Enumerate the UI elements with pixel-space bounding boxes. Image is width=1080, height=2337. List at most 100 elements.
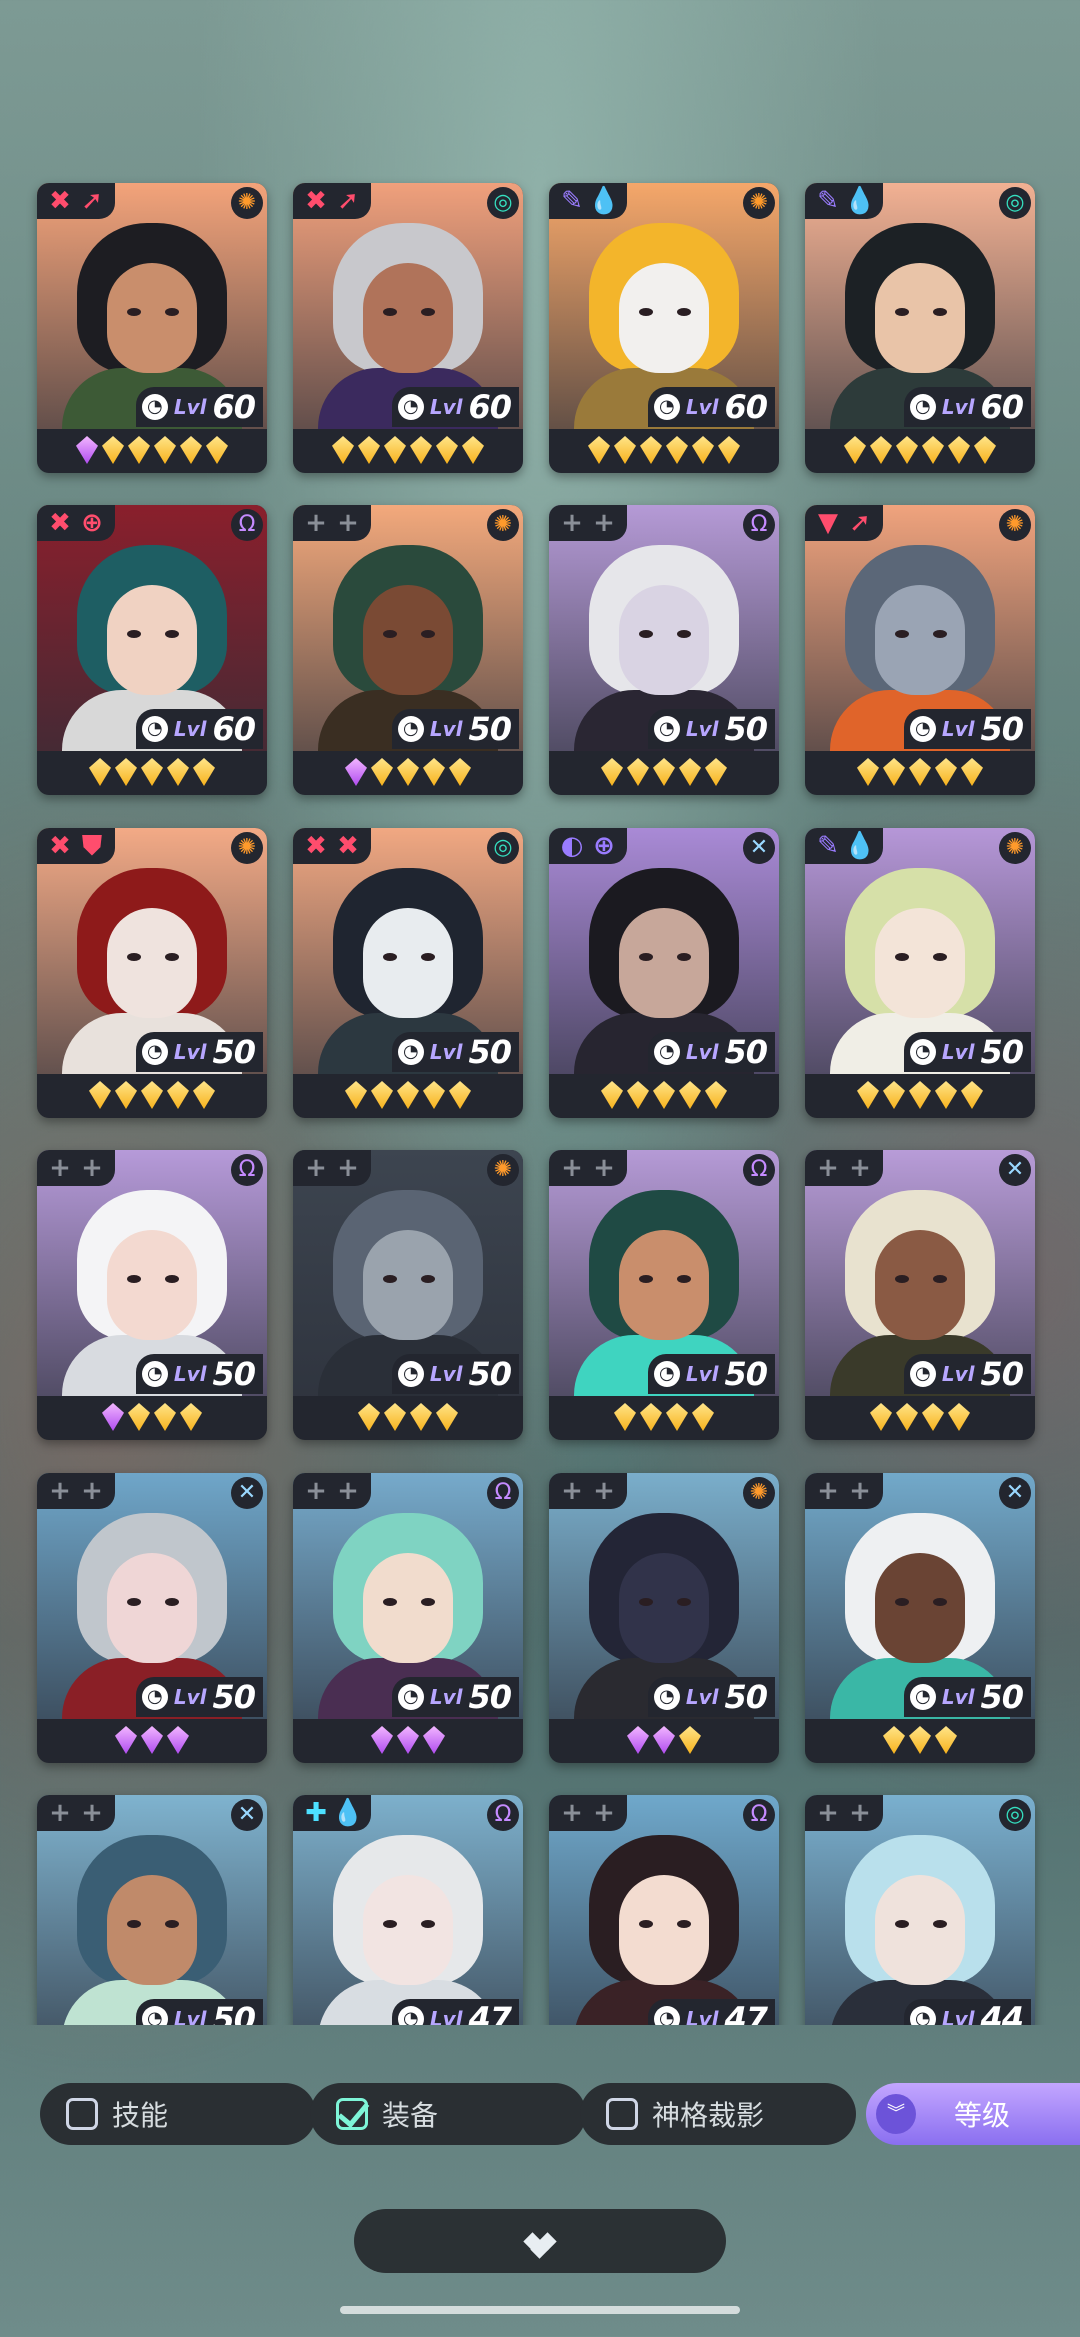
level-value: 50 [724,1355,768,1393]
star-rating [549,1723,779,1757]
role-icon: ✚ [305,1798,327,1828]
gold-gem-icon [601,1081,623,1109]
level-value: 50 [212,1678,256,1716]
level-label: Lvl [173,1362,207,1386]
hero-role-tags: ✎ 💧 [549,183,627,219]
gold-gem-icon [961,1081,983,1109]
hero-card[interactable]: + + Ω ◔ Lvl 47 [549,1795,779,2025]
aperture-icon: ◔ [909,394,936,420]
faction-icon: ✺ [999,509,1031,541]
gold-gem-icon [883,1081,905,1109]
role-icon: ✖ [337,831,359,861]
filter-equip[interactable]: 装备 [310,2083,586,2145]
home-indicator[interactable] [340,2306,740,2314]
role-icon: + [561,1153,583,1183]
role-icon: ✖ [305,186,327,216]
gold-gem-icon [102,436,124,464]
hero-card[interactable]: ✎ 💧 ✺ ◔ Lvl 50 [805,828,1035,1118]
hero-role-tags: ✚ 💧 [293,1795,371,1831]
hero-grid: ✖ ➚ ✺ ◔ Lvl 60 ✖ ➚ ◎ ◔ Lvl 60 ✎ 💧 ✺ ◔ Lvl 60 ✎ 💧 ◎ ◔ Lvl 60 ✖ ⊕ Ω ◔… [0,0,1080,2025]
gold-gem-icon [423,1081,445,1109]
level-pill: ◔ Lvl 50 [391,709,519,749]
hero-card[interactable]: + + Ω ◔ Lvl 50 [549,505,779,795]
level-pill: ◔ Lvl 47 [391,1999,519,2025]
hero-role-tags: + + [293,505,371,541]
gold-gem-icon [180,436,202,464]
gold-gem-icon [961,758,983,786]
hero-card[interactable]: ✖ ⛊ ✺ ◔ Lvl 50 [37,828,267,1118]
level-value: 60 [468,388,512,426]
role-icon: + [305,1476,327,1506]
faction-icon: ✕ [999,1477,1031,1509]
role-icon: ✖ [49,831,71,861]
role-icon: ✎ [817,186,839,216]
gold-gem-icon [193,758,215,786]
hero-role-tags: + + [549,505,627,541]
gold-gem-icon [397,1081,419,1109]
role-icon: + [49,1476,71,1506]
gold-gem-icon [449,1081,471,1109]
gold-gem-icon [718,436,740,464]
hero-card[interactable]: ✎ 💧 ✺ ◔ Lvl 60 [549,183,779,473]
hero-card[interactable]: ✖ ➚ ✺ ◔ Lvl 60 [37,183,267,473]
hero-card[interactable]: ✎ 💧 ◎ ◔ Lvl 60 [805,183,1035,473]
role-icon: + [561,1476,583,1506]
aperture-icon: ◔ [909,1361,936,1387]
gold-gem-icon [844,436,866,464]
gold-gem-icon [358,1403,380,1431]
filter-skill[interactable]: 技能 [40,2083,316,2145]
skill-checkbox[interactable] [66,2098,98,2130]
hero-card[interactable]: + + ✕ ◔ Lvl 50 [37,1473,267,1763]
sort-level-button[interactable]: ︾ 等级 [866,2083,1080,2145]
hero-card[interactable]: ◐ ⊕ ✕ ◔ Lvl 50 [549,828,779,1118]
hero-role-tags: + + [549,1795,627,1831]
level-value: 50 [980,1355,1024,1393]
hero-role-tags: ✖ ✖ [293,828,371,864]
hero-card[interactable]: + + Ω ◔ Lvl 50 [293,1473,523,1763]
hero-card[interactable]: ✖ ✖ ◎ ◔ Lvl 50 [293,828,523,1118]
hero-card[interactable]: ✖ ➚ ◎ ◔ Lvl 60 [293,183,523,473]
level-pill: ◔ Lvl 50 [391,1354,519,1394]
collapse-handle-button[interactable] [354,2209,726,2273]
hero-card[interactable]: + + Ω ◔ Lvl 50 [549,1150,779,1440]
role-icon: ✖ [49,186,71,216]
aperture-icon: ◔ [653,394,680,420]
equip-checkbox[interactable] [336,2098,368,2130]
gold-gem-icon [614,1403,636,1431]
pink-gem-icon [653,1726,675,1754]
role-icon: ✖ [49,508,71,538]
filter-divine[interactable]: 神格裁影 [580,2083,856,2145]
hero-card[interactable]: + + ✕ ◔ Lvl 50 [37,1795,267,2025]
level-label: Lvl [685,1040,719,1064]
aperture-icon: ◔ [141,2006,168,2025]
hero-card[interactable]: + + ✕ ◔ Lvl 50 [805,1473,1035,1763]
gold-gem-icon [436,1403,458,1431]
role-icon: + [593,1153,615,1183]
faction-icon: ✺ [487,509,519,541]
divine-checkbox[interactable] [606,2098,638,2130]
aperture-icon: ◔ [909,1039,936,1065]
hero-card[interactable]: + + Ω ◔ Lvl 50 [37,1150,267,1440]
gold-gem-icon [857,1081,879,1109]
level-label: Lvl [685,2007,719,2025]
role-icon: + [849,1476,871,1506]
hero-card[interactable]: ✖ ⊕ Ω ◔ Lvl 60 [37,505,267,795]
pink-gem-icon [371,1726,393,1754]
role-icon: ⊕ [593,831,615,861]
faction-icon: ✺ [487,1154,519,1186]
aperture-icon: ◔ [397,1361,424,1387]
faction-icon: ◎ [487,832,519,864]
gold-gem-icon [154,1403,176,1431]
hero-card[interactable]: + + ✺ ◔ Lvl 50 [293,1150,523,1440]
level-value: 50 [212,1033,256,1071]
hero-card[interactable]: ▼ ➚ ✺ ◔ Lvl 50 [805,505,1035,795]
aperture-icon: ◔ [909,716,936,742]
hero-role-tags: + + [37,1150,115,1186]
hero-card[interactable]: ✚ 💧 Ω ◔ Lvl 47 [293,1795,523,2025]
hero-card[interactable]: + + ✺ ◔ Lvl 50 [549,1473,779,1763]
hero-card[interactable]: + + ◎ ◔ Lvl 44 [805,1795,1035,2025]
hero-card[interactable]: + + ✺ ◔ Lvl 50 [293,505,523,795]
gold-gem-icon [857,758,879,786]
hero-card[interactable]: + + ✕ ◔ Lvl 50 [805,1150,1035,1440]
level-pill: ◔ Lvl 60 [903,387,1031,427]
